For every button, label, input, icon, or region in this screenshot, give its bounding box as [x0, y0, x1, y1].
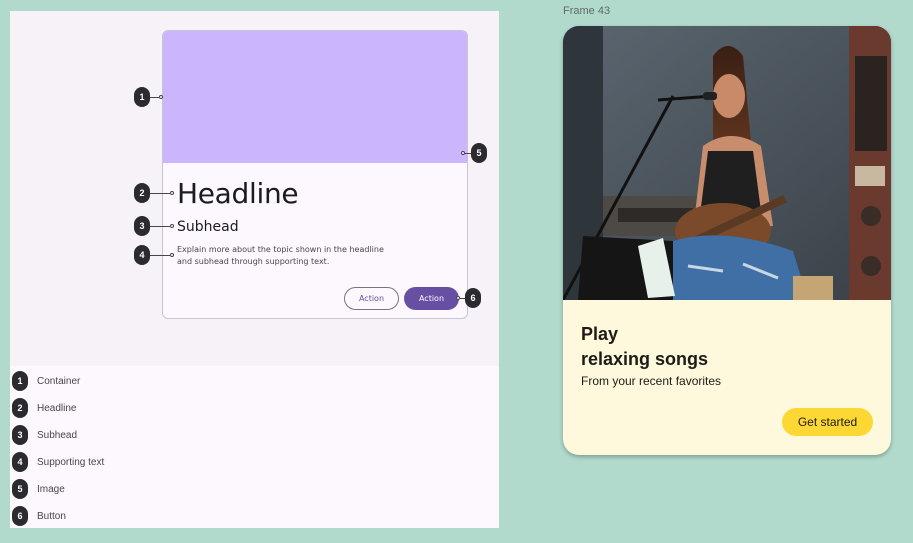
- example-card-container: Headline Subhead Explain more about the …: [162, 30, 468, 319]
- callout-1: 1: [134, 87, 150, 107]
- callout-1-leader: [150, 97, 159, 98]
- outlined-action-button[interactable]: Action: [344, 287, 399, 310]
- spec-stage: Headline Subhead Explain more about the …: [10, 11, 499, 366]
- card-image-placeholder: [163, 31, 467, 163]
- filled-action-button[interactable]: Action: [404, 287, 459, 310]
- callout-5: 5: [471, 143, 487, 163]
- promo-title-line1: Play: [581, 324, 619, 344]
- callout-1-dot: [159, 95, 163, 99]
- promo-card[interactable]: Play relaxing songs From your recent fav…: [563, 26, 891, 455]
- legend-item-subhead: 3 Subhead: [12, 425, 77, 445]
- legend-badge: 2: [12, 398, 28, 418]
- callout-3-leader: [150, 226, 170, 227]
- legend-label: Image: [37, 483, 65, 495]
- legend-label: Subhead: [37, 429, 78, 441]
- card-supporting-text: Explain more about the topic shown in th…: [177, 245, 384, 266]
- callout-3: 3: [134, 216, 150, 236]
- callout-4-leader: [150, 255, 170, 256]
- promo-title: Play relaxing songs: [581, 322, 861, 372]
- get-started-button[interactable]: Get started: [782, 408, 873, 436]
- legend-item-container: 1 Container: [12, 371, 80, 391]
- promo-subtitle: From your recent favorites: [581, 374, 722, 388]
- callout-2-dot: [170, 191, 174, 195]
- card-headline: Headline: [177, 177, 299, 210]
- callout-3-dot: [170, 224, 174, 228]
- musician-photo: [563, 26, 891, 300]
- legend-item-image: 5 Image: [12, 479, 65, 499]
- promo-title-line2: relaxing songs: [581, 349, 709, 369]
- spec-panel: Headline Subhead Explain more about the …: [10, 11, 499, 528]
- legend-badge: 4: [12, 452, 28, 472]
- frame-label[interactable]: Frame 43: [563, 5, 610, 17]
- callout-2-leader: [150, 193, 170, 194]
- legend-item-supporting-text: 4 Supporting text: [12, 452, 104, 472]
- callout-2: 2: [134, 183, 150, 203]
- legend-label: Button: [37, 510, 66, 522]
- legend-badge: 5: [12, 479, 28, 499]
- legend-label: Supporting text: [37, 456, 105, 468]
- legend-item-button: 6 Button: [12, 506, 66, 526]
- callout-6: 6: [465, 288, 481, 308]
- legend-badge: 1: [12, 371, 28, 391]
- legend-item-headline: 2 Headline: [12, 398, 76, 418]
- card-subhead: Subhead: [177, 219, 239, 235]
- legend-label: Container: [37, 375, 81, 387]
- callout-4-dot: [170, 253, 174, 257]
- legend-badge: 3: [12, 425, 28, 445]
- legend-label: Headline: [37, 402, 77, 414]
- callout-4: 4: [134, 245, 150, 265]
- legend-badge: 6: [12, 506, 28, 526]
